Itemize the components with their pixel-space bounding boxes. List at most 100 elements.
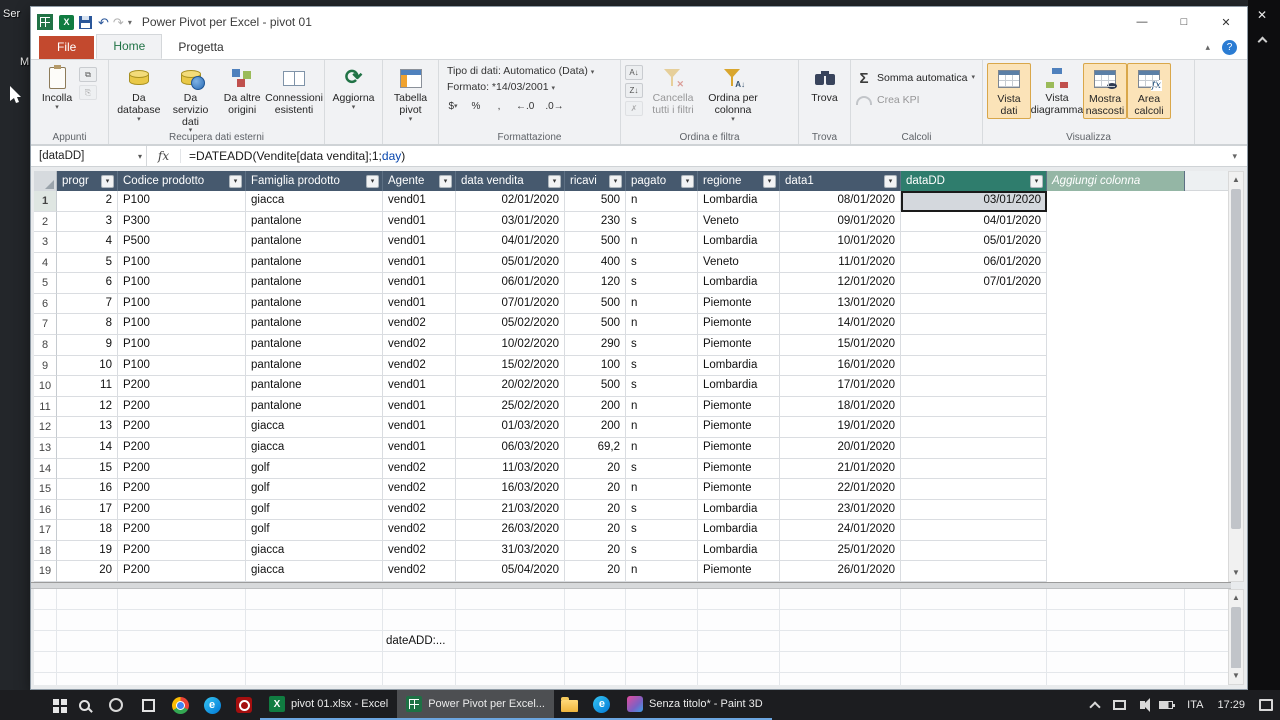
- cell[interactable]: 17: [57, 499, 118, 521]
- cell[interactable]: vend01: [383, 273, 456, 294]
- cell[interactable]: 22/01/2020: [780, 479, 901, 500]
- tray-volume-button[interactable]: [1133, 690, 1152, 720]
- column-header-Agente[interactable]: Agente ▾: [383, 171, 456, 191]
- cell[interactable]: 25/02/2020: [456, 396, 565, 418]
- cell[interactable]: 120: [565, 273, 626, 294]
- cell[interactable]: golf: [246, 458, 383, 480]
- cell[interactable]: pantalone: [246, 355, 383, 377]
- tray-display-button[interactable]: [1106, 690, 1133, 720]
- calc-scroll-up-icon[interactable]: ▲: [1229, 590, 1243, 606]
- cell[interactable]: s: [626, 211, 698, 233]
- cell[interactable]: [901, 376, 1047, 397]
- cell[interactable]: P100: [118, 293, 246, 315]
- cell[interactable]: Piemonte: [698, 437, 780, 459]
- cell[interactable]: [901, 479, 1047, 500]
- cell[interactable]: s: [626, 540, 698, 562]
- cell[interactable]: P500: [118, 232, 246, 253]
- cell[interactable]: P100: [118, 335, 246, 356]
- thousands-separator-button[interactable]: ,: [489, 98, 509, 115]
- cell[interactable]: 500: [565, 293, 626, 315]
- cell[interactable]: 03/01/2020: [456, 211, 565, 233]
- cell[interactable]: P200: [118, 499, 246, 521]
- language-indicator[interactable]: ITA: [1180, 690, 1210, 720]
- cell[interactable]: n: [626, 437, 698, 459]
- currency-button[interactable]: $ ▾: [443, 98, 463, 115]
- cell[interactable]: P200: [118, 437, 246, 459]
- cell[interactable]: 19/01/2020: [780, 417, 901, 438]
- cell[interactable]: [901, 417, 1047, 438]
- edge-running-button[interactable]: e: [585, 690, 618, 720]
- row-number[interactable]: 16: [34, 499, 57, 521]
- cell[interactable]: vend01: [383, 191, 456, 212]
- cell[interactable]: P200: [118, 376, 246, 397]
- cell[interactable]: 15/01/2020: [780, 335, 901, 356]
- cell[interactable]: vend02: [383, 479, 456, 500]
- cell[interactable]: 12/01/2020: [780, 273, 901, 294]
- select-all-corner[interactable]: [34, 171, 57, 191]
- cell[interactable]: 7: [57, 293, 118, 315]
- cell[interactable]: 3: [57, 211, 118, 233]
- name-box[interactable]: [dataDD] ▾: [31, 146, 147, 166]
- row-number[interactable]: 10: [34, 376, 57, 397]
- cell[interactable]: Lombardia: [698, 540, 780, 562]
- cell[interactable]: 18/01/2020: [780, 396, 901, 418]
- selected-cell[interactable]: 03/01/2020: [901, 191, 1047, 212]
- cell[interactable]: 20: [565, 520, 626, 541]
- row-number[interactable]: 2: [34, 211, 57, 233]
- percent-button[interactable]: %: [466, 98, 486, 115]
- filter-dropdown-icon[interactable]: ▾: [681, 174, 694, 188]
- cell[interactable]: 12: [57, 396, 118, 418]
- filter-dropdown-icon[interactable]: ▾: [1030, 174, 1043, 188]
- cell[interactable]: giacca: [246, 437, 383, 459]
- cell[interactable]: n: [626, 191, 698, 212]
- cell[interactable]: n: [626, 417, 698, 438]
- calc-measure-cell[interactable]: dateADD:...: [384, 632, 456, 652]
- cell[interactable]: n: [626, 293, 698, 315]
- maximize-button[interactable]: □: [1163, 7, 1205, 37]
- add-column-header[interactable]: Aggiungi colonna: [1047, 171, 1185, 191]
- cell[interactable]: 02/01/2020: [456, 191, 565, 212]
- calculation-area-button[interactable]: fx Area calcoli: [1127, 63, 1171, 119]
- cell[interactable]: vend02: [383, 355, 456, 377]
- cell[interactable]: Veneto: [698, 252, 780, 274]
- cell[interactable]: 07/01/2020: [901, 273, 1047, 294]
- row-number[interactable]: 12: [34, 417, 57, 438]
- cell[interactable]: 500: [565, 314, 626, 336]
- pivot-table-button[interactable]: Tabella pivot ▾: [387, 63, 434, 123]
- cell[interactable]: [901, 335, 1047, 356]
- cell[interactable]: 200: [565, 417, 626, 438]
- cell[interactable]: Lombardia: [698, 520, 780, 541]
- cell[interactable]: [901, 314, 1047, 336]
- scroll-up-icon[interactable]: ▲: [1229, 172, 1243, 188]
- cell[interactable]: 18: [57, 520, 118, 541]
- tab-home[interactable]: Home: [96, 34, 163, 59]
- decrease-decimal-button[interactable]: .0→: [541, 98, 567, 115]
- row-number[interactable]: 18: [34, 540, 57, 562]
- row-number[interactable]: 5: [34, 273, 57, 294]
- cell[interactable]: 05/02/2020: [456, 314, 565, 336]
- cell[interactable]: 2: [57, 191, 118, 212]
- excel-icon[interactable]: X: [59, 14, 74, 30]
- tab-progetta[interactable]: Progetta: [162, 36, 239, 59]
- taskbar-app-excel[interactable]: X pivot 01.xlsx - Excel: [260, 690, 398, 720]
- cell[interactable]: P200: [118, 458, 246, 480]
- chrome-button[interactable]: [164, 690, 196, 720]
- cell[interactable]: [901, 437, 1047, 459]
- undo-icon[interactable]: ↶: [98, 16, 109, 29]
- cell[interactable]: 69,2: [565, 437, 626, 459]
- cell[interactable]: 100: [565, 355, 626, 377]
- cell[interactable]: 6: [57, 273, 118, 294]
- cell[interactable]: 20: [57, 561, 118, 582]
- cell[interactable]: 230: [565, 211, 626, 233]
- desktop-icon-label[interactable]: Ser: [3, 8, 20, 20]
- file-explorer-button[interactable]: [553, 690, 586, 720]
- cell[interactable]: P100: [118, 252, 246, 274]
- cell[interactable]: golf: [246, 499, 383, 521]
- column-header-data vendita[interactable]: data vendita ▾: [456, 171, 565, 191]
- clear-sort-icon[interactable]: ✗: [625, 101, 643, 116]
- cell[interactable]: 11/03/2020: [456, 458, 565, 480]
- column-header-data1[interactable]: data1 ▾: [780, 171, 901, 191]
- cell[interactable]: giacca: [246, 417, 383, 438]
- row-number[interactable]: 11: [34, 396, 57, 418]
- clear-filters-button[interactable]: ✕ Cancella tutti i filtri: [643, 63, 703, 117]
